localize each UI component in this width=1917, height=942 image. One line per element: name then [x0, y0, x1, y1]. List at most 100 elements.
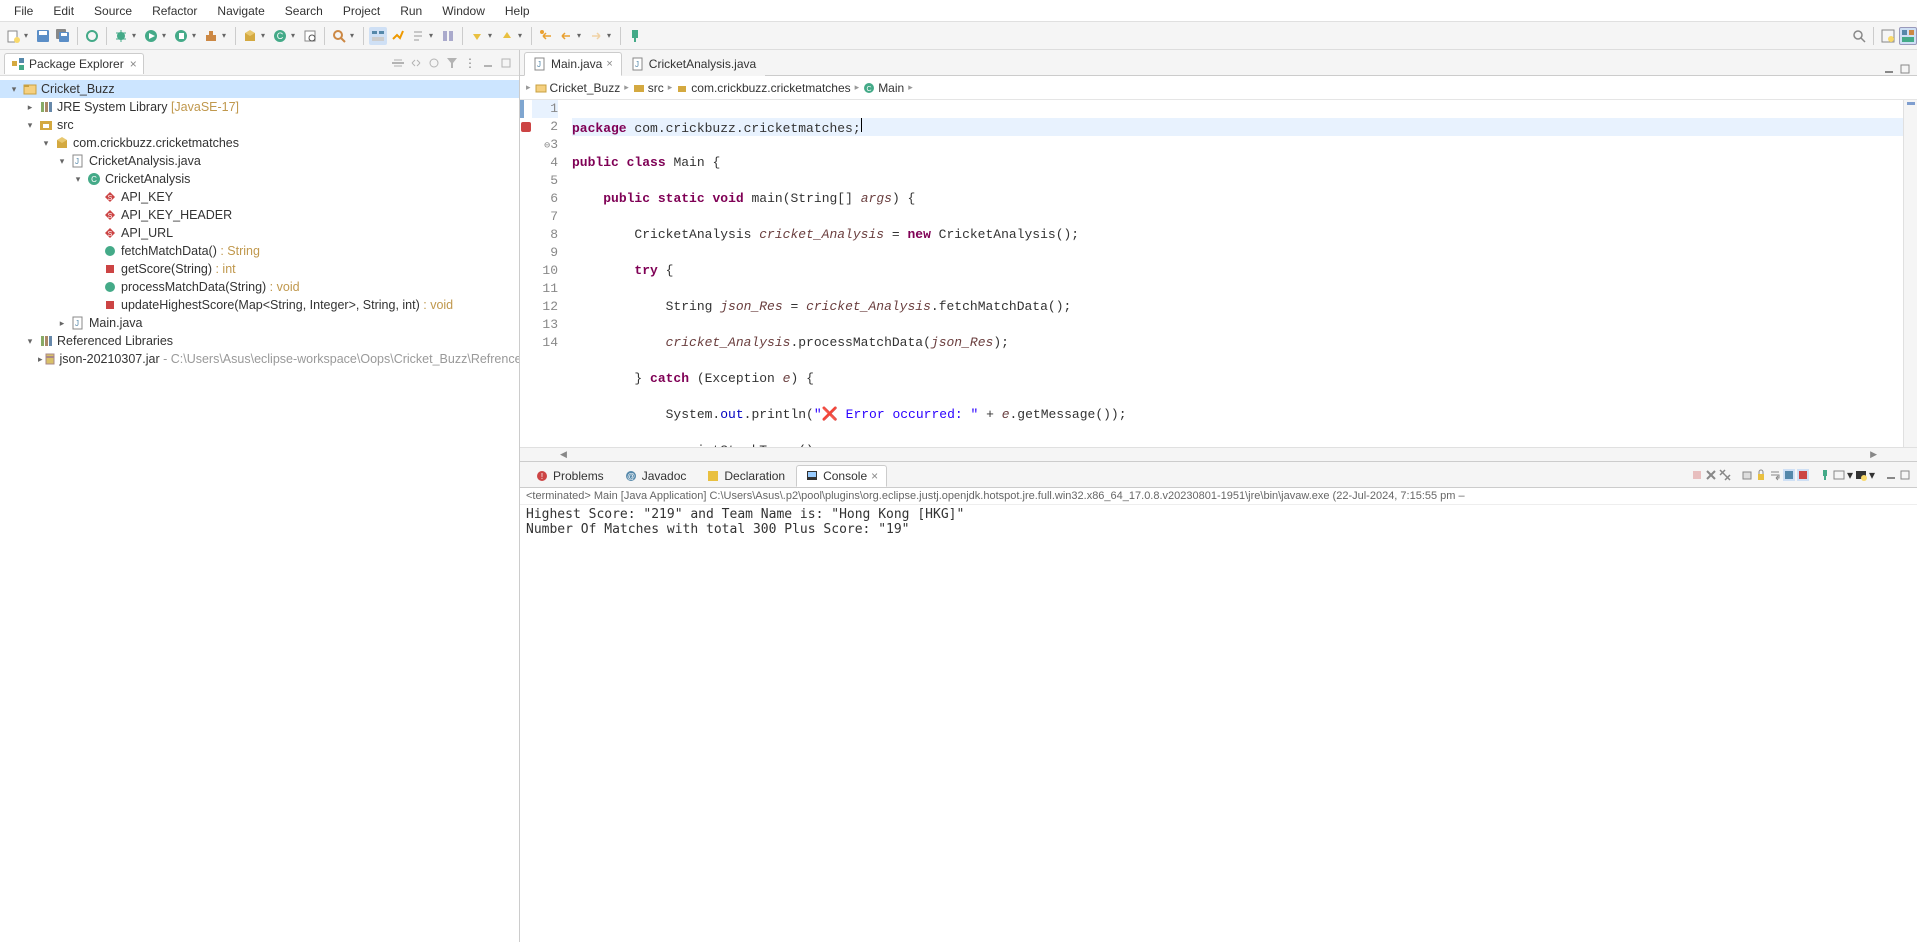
clear-console-icon[interactable]	[1741, 469, 1753, 481]
save-icon[interactable]	[34, 27, 52, 45]
crumb-src[interactable]: src	[633, 81, 664, 95]
pin-editor-icon[interactable]	[626, 27, 644, 45]
ws-dropdown[interactable]: ▾	[429, 31, 437, 40]
scroll-lock-icon[interactable]	[1755, 469, 1767, 481]
tree-field-apikey[interactable]: S API_KEY	[0, 188, 519, 206]
tree-method-fetch[interactable]: fetchMatchData() : String	[0, 242, 519, 260]
tab-console[interactable]: Console ×	[796, 465, 887, 487]
new-class-dropdown[interactable]: ▾	[291, 31, 299, 40]
coverage-icon[interactable]	[172, 27, 190, 45]
next-annotation-icon[interactable]	[468, 27, 486, 45]
package-explorer-tab[interactable]: Package Explorer ×	[4, 53, 144, 74]
display-selected-icon[interactable]	[1833, 469, 1845, 481]
tree-field-apikeyheader[interactable]: S API_KEY_HEADER	[0, 206, 519, 224]
maximize-icon[interactable]	[1899, 469, 1911, 481]
view-menu-icon[interactable]: ⋮	[461, 54, 479, 72]
next-dropdown[interactable]: ▾	[488, 31, 496, 40]
skip-breakpoints-icon[interactable]	[83, 27, 101, 45]
menu-help[interactable]: Help	[495, 2, 540, 20]
toggle-word-wrap-icon[interactable]	[439, 27, 457, 45]
tree-class-cricketanalysis[interactable]: ▾ C CricketAnalysis	[0, 170, 519, 188]
display-dropdown[interactable]: ▾	[1847, 468, 1853, 482]
tree-file-main[interactable]: ▸ J Main.java	[0, 314, 519, 332]
open-type-icon[interactable]	[301, 27, 319, 45]
remove-launch-icon[interactable]	[1705, 469, 1717, 481]
menu-run[interactable]: Run	[390, 2, 432, 20]
word-wrap-icon[interactable]	[1769, 469, 1781, 481]
back-dropdown[interactable]: ▾	[577, 31, 585, 40]
perspective-open-icon[interactable]	[1879, 27, 1897, 45]
menu-file[interactable]: File	[4, 2, 43, 20]
open-console-dropdown[interactable]: ▾	[1869, 468, 1875, 482]
tab-problems[interactable]: ! Problems	[526, 465, 613, 487]
scroll-right-icon[interactable]: ▶	[1870, 449, 1877, 460]
maximize-icon[interactable]	[1899, 63, 1911, 75]
menu-refactor[interactable]: Refactor	[142, 2, 207, 20]
save-all-icon[interactable]	[54, 27, 72, 45]
tree-package[interactable]: ▾ com.crickbuzz.cricketmatches	[0, 134, 519, 152]
crumb-class[interactable]: CMain	[863, 81, 904, 95]
show-console-out-icon[interactable]	[1783, 469, 1795, 481]
filter-icon[interactable]	[443, 54, 461, 72]
menu-project[interactable]: Project	[333, 2, 390, 20]
new-class-icon[interactable]: C	[271, 27, 289, 45]
tree-reflib[interactable]: ▾ Referenced Libraries	[0, 332, 519, 350]
minimize-icon[interactable]	[479, 54, 497, 72]
menu-edit[interactable]: Edit	[43, 2, 84, 20]
search-dropdown[interactable]: ▾	[350, 31, 358, 40]
open-console-icon[interactable]	[1855, 469, 1867, 481]
terminate-icon[interactable]	[1691, 469, 1703, 481]
code-editor[interactable]: 1 2 ⊖3 4 5 6 7 8 9 10 11 12 13 14 packag…	[520, 100, 1917, 447]
tree-method-update[interactable]: updateHighestScore(Map<String, Integer>,…	[0, 296, 519, 314]
access-search-icon[interactable]	[1850, 27, 1868, 45]
forward-icon[interactable]	[587, 27, 605, 45]
tree-file-cricketanalysis[interactable]: ▾ J CricketAnalysis.java	[0, 152, 519, 170]
new-package-icon[interactable]	[241, 27, 259, 45]
menu-window[interactable]: Window	[432, 2, 495, 20]
tree-src[interactable]: ▾ src	[0, 116, 519, 134]
menu-search[interactable]: Search	[275, 2, 333, 20]
tree-jre[interactable]: ▸ JRE System Library [JavaSE-17]	[0, 98, 519, 116]
coverage-dropdown[interactable]: ▾	[192, 31, 200, 40]
minimize-icon[interactable]	[1885, 469, 1897, 481]
minimize-icon[interactable]	[1883, 63, 1895, 75]
tab-javadoc[interactable]: @ Javadoc	[615, 465, 696, 487]
back-icon[interactable]	[557, 27, 575, 45]
focus-icon[interactable]	[425, 54, 443, 72]
remove-all-icon[interactable]	[1719, 469, 1731, 481]
link-editor-icon[interactable]	[407, 54, 425, 72]
scroll-left-icon[interactable]: ◀	[560, 449, 567, 460]
tab-declaration[interactable]: Declaration	[697, 465, 794, 487]
collapse-all-icon[interactable]	[389, 54, 407, 72]
new-package-dropdown[interactable]: ▾	[261, 31, 269, 40]
maximize-icon[interactable]	[497, 54, 515, 72]
tree-method-process[interactable]: processMatchData(String) : void	[0, 278, 519, 296]
run-dropdown[interactable]: ▾	[162, 31, 170, 40]
menu-source[interactable]: Source	[84, 2, 142, 20]
new-dropdown[interactable]: ▾	[24, 31, 32, 40]
close-icon[interactable]: ×	[606, 58, 612, 70]
editor-tab-main[interactable]: J Main.java ×	[524, 52, 622, 76]
toggle-mark-icon[interactable]	[389, 27, 407, 45]
crumb-package[interactable]: com.crickbuzz.cricketmatches	[676, 81, 850, 95]
pin-console-icon[interactable]	[1819, 469, 1831, 481]
search-icon[interactable]	[330, 27, 348, 45]
prev-dropdown[interactable]: ▾	[518, 31, 526, 40]
close-icon[interactable]: ×	[871, 469, 878, 483]
debug-icon[interactable]	[112, 27, 130, 45]
tree-project[interactable]: ▾ Cricket_Buzz	[0, 80, 519, 98]
external-tools-icon[interactable]	[202, 27, 220, 45]
console-output[interactable]: Highest Score: "219" and Team Name is: "…	[520, 505, 1917, 942]
toggle-whitespace-icon[interactable]	[409, 27, 427, 45]
debug-dropdown[interactable]: ▾	[132, 31, 140, 40]
menu-navigate[interactable]: Navigate	[207, 2, 274, 20]
prev-annotation-icon[interactable]	[498, 27, 516, 45]
toggle-breadcrumb-icon[interactable]	[369, 27, 387, 45]
new-icon[interactable]	[4, 27, 22, 45]
java-perspective-icon[interactable]	[1899, 27, 1917, 45]
tree-jar[interactable]: ▸ json-20210307.jar - C:\Users\Asus\ecli…	[0, 350, 519, 368]
forward-dropdown[interactable]: ▾	[607, 31, 615, 40]
external-tools-dropdown[interactable]: ▾	[222, 31, 230, 40]
last-edit-icon[interactable]	[537, 27, 555, 45]
crumb-project[interactable]: Cricket_Buzz	[535, 81, 621, 95]
